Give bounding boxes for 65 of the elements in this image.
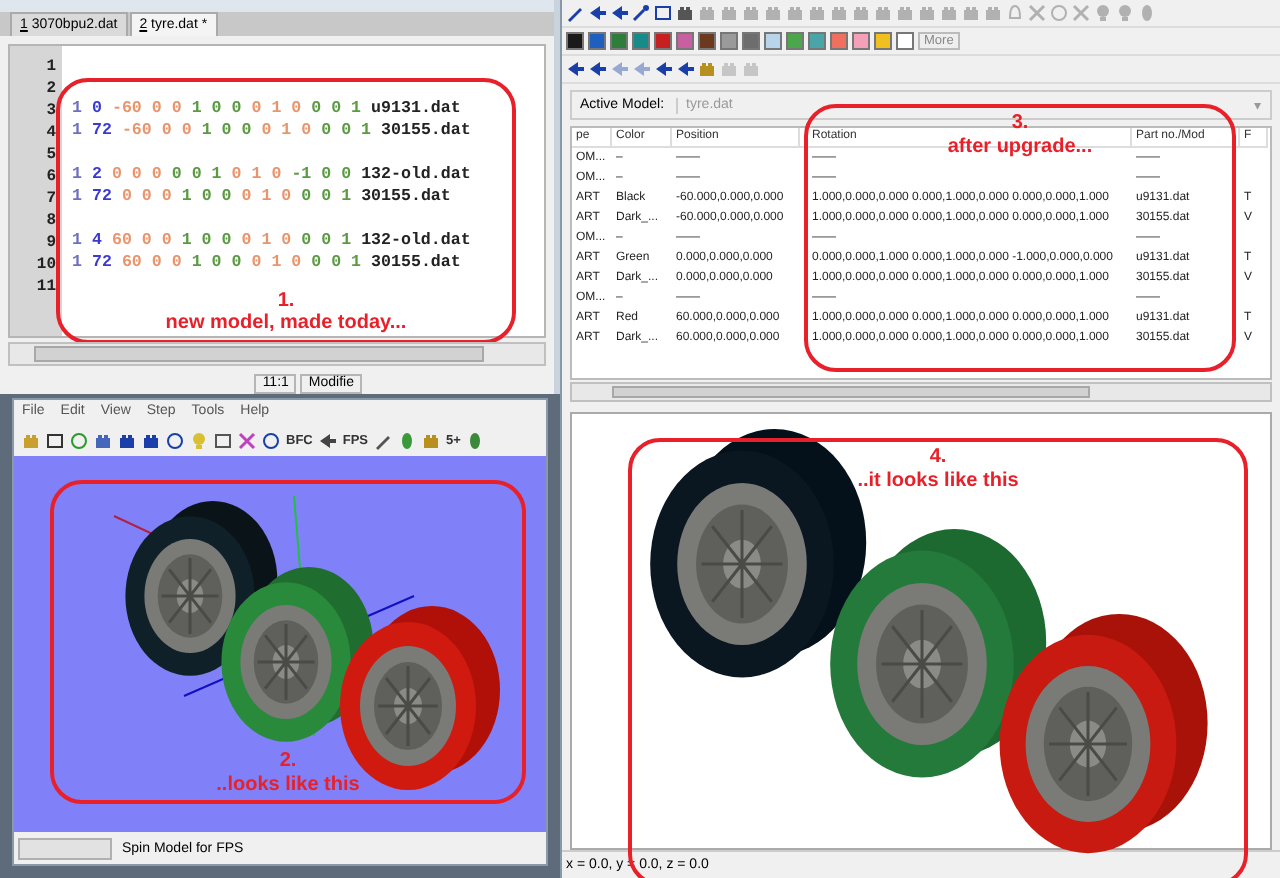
arrow-icon[interactable] [566, 60, 584, 78]
window-icon[interactable] [46, 432, 64, 450]
arrow-icon[interactable] [318, 432, 337, 450]
brick-icon[interactable] [142, 432, 160, 450]
bulb-icon[interactable] [190, 432, 208, 450]
color-swatch[interactable] [830, 32, 848, 50]
code-line: 1 72 -60 0 0 1 0 0 0 1 0 0 0 1 30155.dat [72, 121, 473, 144]
wand-icon[interactable] [632, 4, 650, 22]
color-swatch[interactable] [742, 32, 760, 50]
line-number: 1 [44, 55, 58, 78]
circle-icon[interactable] [166, 432, 184, 450]
line-number: 6 [44, 165, 58, 188]
brick-icon[interactable] [676, 4, 694, 22]
code-line: 1 2 0 0 0 0 0 1 0 1 0 -1 0 0 132-old.dat [72, 165, 473, 188]
line-number: 2 [44, 77, 58, 100]
line-number: 8 [44, 209, 58, 232]
line-number: 3 [44, 99, 58, 122]
color-swatch[interactable] [698, 32, 716, 50]
line-number: 11 [34, 275, 58, 298]
pencil-icon[interactable] [374, 432, 393, 450]
window-icon[interactable] [654, 4, 672, 22]
arrow-icon[interactable] [654, 60, 672, 78]
code-line: 1 0 -60 0 0 1 0 0 0 1 0 0 0 1 u9131.dat [72, 99, 463, 122]
circle-icon[interactable] [262, 432, 280, 450]
line-number: 5 [44, 143, 58, 166]
code-line: 1 72 60 0 0 1 0 0 0 1 0 0 0 1 30155.dat [72, 253, 463, 276]
cross-icon[interactable] [238, 432, 256, 450]
horizontal-scrollbar[interactable] [8, 342, 546, 366]
window-icon[interactable] [214, 432, 232, 450]
leaf-icon[interactable] [1138, 4, 1156, 22]
color-swatch[interactable] [632, 32, 650, 50]
line-number: 4 [44, 121, 58, 144]
annotation-label: 1. new model, made today... [163, 287, 409, 339]
code-line: 1 4 60 0 0 1 0 0 0 1 0 0 0 1 132-old.dat [72, 231, 473, 254]
pencil-icon[interactable] [566, 4, 584, 22]
bulb-icon[interactable] [1094, 4, 1112, 22]
arrow-icon[interactable] [610, 4, 628, 22]
color-swatch[interactable] [852, 32, 870, 50]
brick-icon[interactable] [118, 432, 136, 450]
arrow-icon[interactable] [588, 60, 606, 78]
line-number: 10 [34, 253, 58, 276]
color-swatch[interactable] [654, 32, 672, 50]
line-number: 9 [44, 231, 58, 254]
color-swatch[interactable] [786, 32, 804, 50]
bell-icon[interactable] [1006, 4, 1024, 22]
line-number: 7 [44, 187, 58, 210]
color-swatch[interactable] [588, 32, 606, 50]
horizontal-scrollbar[interactable] [570, 382, 1272, 402]
color-swatch[interactable] [764, 32, 782, 50]
color-swatch[interactable] [720, 32, 738, 50]
arrow-icon[interactable] [676, 60, 694, 78]
code-line: 1 72 0 0 0 1 0 0 0 1 0 0 0 1 30155.dat [72, 187, 453, 210]
color-swatch[interactable] [566, 32, 584, 50]
color-swatch[interactable] [676, 32, 694, 50]
leaf-icon[interactable] [398, 432, 417, 450]
arrow-icon[interactable] [588, 4, 606, 22]
annotation-label: 2. ..looks like this [214, 748, 362, 799]
color-swatch[interactable] [874, 32, 892, 50]
brick-icon[interactable] [94, 432, 112, 450]
annotation-label: 4. ..it looks like this [855, 444, 1021, 495]
color-swatch[interactable] [610, 32, 628, 50]
leaf-icon[interactable] [466, 432, 485, 450]
bulb-icon[interactable] [1116, 4, 1134, 22]
color-swatch[interactable] [896, 32, 914, 50]
color-swatch[interactable] [808, 32, 826, 50]
